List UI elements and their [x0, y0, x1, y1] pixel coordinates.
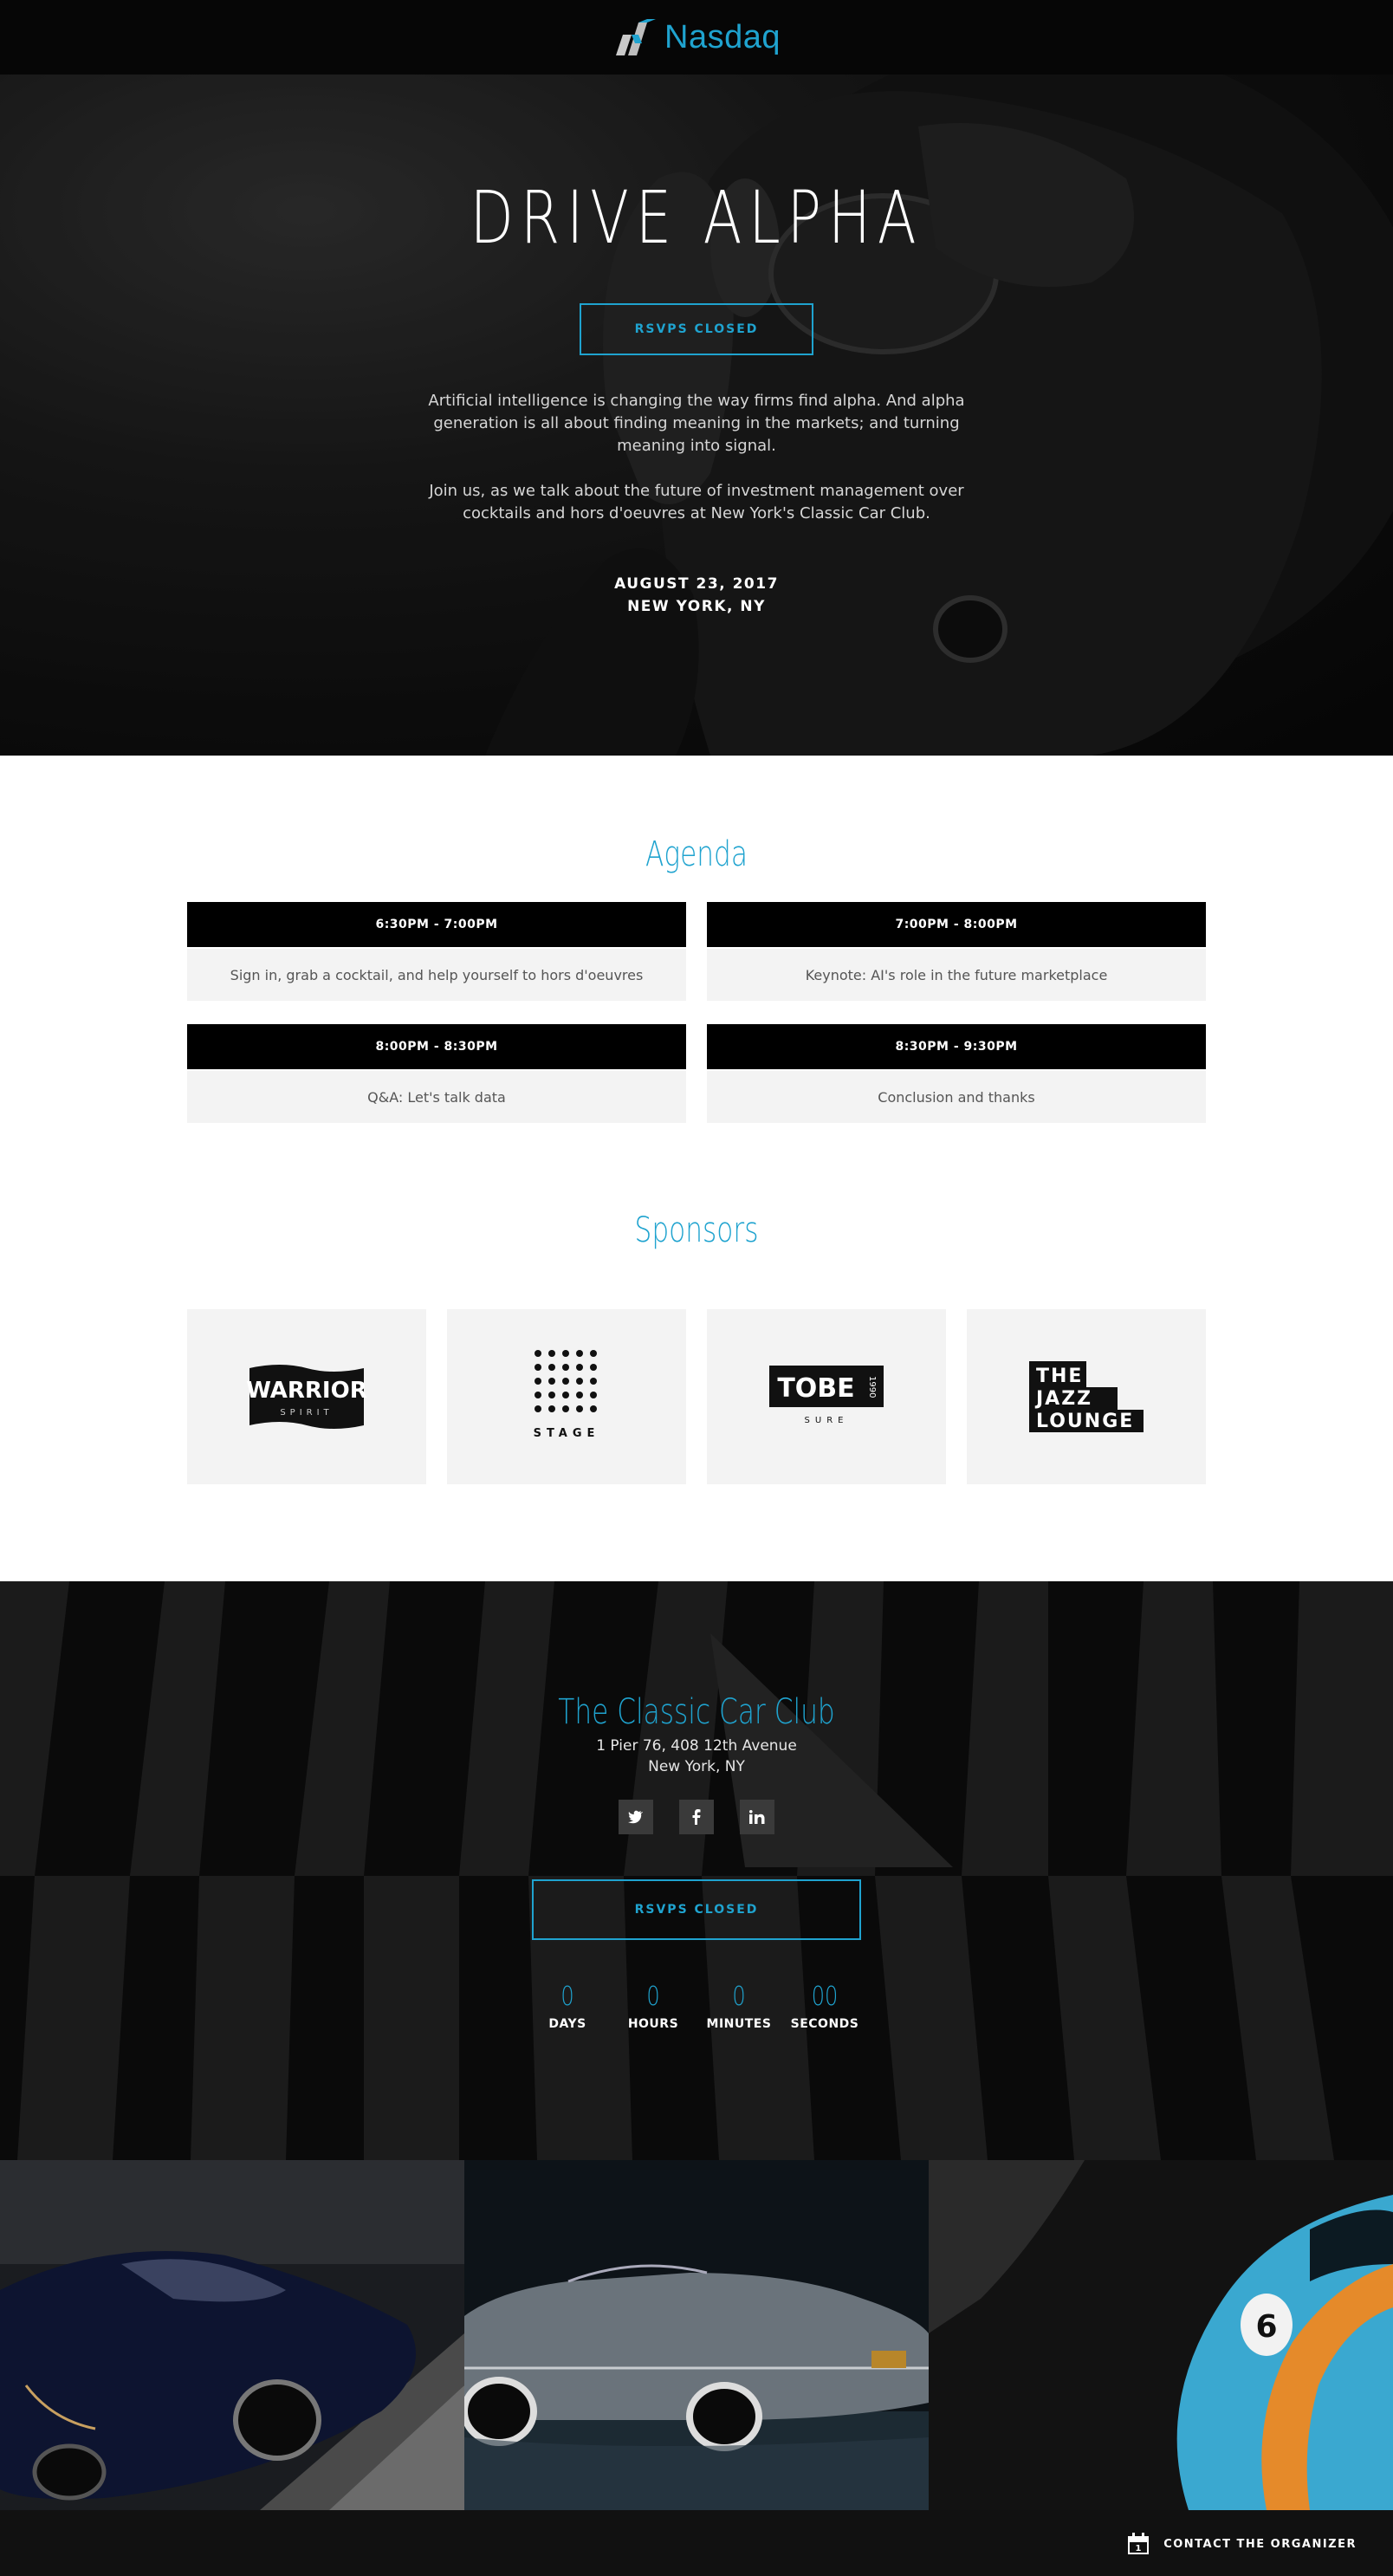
countdown-label: HOURS [627, 2017, 679, 2031]
rsvps-closed-button[interactable]: RSVPS CLOSED [580, 303, 813, 355]
agenda-time: 7:00PM - 8:00PM [707, 902, 1206, 947]
venue-name: The Classic Car Club [558, 1692, 835, 1732]
event-date: AUGUST 23, 2017 [614, 575, 779, 593]
agenda-item: 7:00PM - 8:00PM Keynote: AI's role in th… [707, 902, 1206, 1001]
agenda-time: 8:00PM - 8:30PM [187, 1024, 686, 1069]
agenda-time: 6:30PM - 7:00PM [187, 902, 686, 947]
footer: 1 CONTACT THE ORGANIZER [0, 2510, 1393, 2576]
jazz-lounge-logo: THE JAZZ LOUNGE [1029, 1361, 1144, 1432]
contact-organizer-label: CONTACT THE ORGANIZER [1163, 2537, 1357, 2551]
sponsor-year: 1990 [867, 1376, 877, 1398]
sponsor-line: LOUNGE [1036, 1411, 1134, 1432]
sponsor-jazz-lounge[interactable]: THE JAZZ LOUNGE [967, 1309, 1206, 1484]
sponsors-title: Sponsors [634, 1210, 759, 1250]
sponsor-name: STAGE [534, 1427, 600, 1440]
tobe-logo: TOBE 1990 SURE [769, 1366, 884, 1425]
event-location: NEW YORK, NY [627, 598, 766, 615]
stage-logo: STAGE [534, 1350, 600, 1440]
sponsor-line: THE [1036, 1366, 1083, 1387]
countdown-value: 00 [811, 1982, 839, 2012]
agenda-description: Keynote: AI's role in the future marketp… [707, 949, 1206, 1001]
sponsor-name: TOBE [777, 1373, 854, 1404]
logo-text: Nasdaq [664, 18, 781, 55]
countdown-label: SECONDS [790, 2017, 859, 2031]
sponsor-subtitle: SURE [805, 1416, 849, 1425]
countdown-hours: 0 HOURS [614, 1982, 692, 2031]
hero-invite-text: Join us, as we talk about the future of … [429, 482, 964, 522]
countdown-days: 0 DAYS [528, 1982, 606, 2031]
countdown-label: MINUTES [706, 2017, 772, 2031]
agenda-title: Agenda [645, 834, 748, 874]
sponsor-warrior-spirit[interactable]: WARRIOR SPIRIT [187, 1309, 426, 1484]
countdown-label: DAYS [548, 2017, 586, 2031]
linkedin-icon[interactable] [740, 1800, 774, 1834]
svg-text:6: 6 [1255, 2309, 1277, 2345]
venue-checkered-background [0, 1581, 1393, 2160]
countdown-value: 0 [560, 1982, 574, 2012]
agenda-item: 8:00PM - 8:30PM Q&A: Let's talk data [187, 1024, 686, 1123]
hero-section: DRIVE ALPHA RSVPS CLOSED Artificial inte… [0, 75, 1393, 756]
top-bar: Nasdaq [0, 0, 1393, 75]
hero-title: DRIVE ALPHA [470, 175, 923, 260]
calendar-day: 1 [1136, 2544, 1142, 2553]
agenda-description: Sign in, grab a cocktail, and help yours… [187, 949, 686, 1001]
sponsor-name: WARRIOR [246, 1378, 366, 1404]
venue-address-line1: 1 Pier 76, 408 12th Avenue [596, 1737, 797, 1755]
warrior-spirit-logo: WARRIOR SPIRIT [246, 1365, 367, 1429]
sponsor-stage[interactable]: STAGE [447, 1309, 686, 1484]
dark-convertible-photo [0, 2160, 464, 2510]
agenda-description: Conclusion and thanks [707, 1071, 1206, 1123]
twitter-icon[interactable] [619, 1800, 653, 1834]
agenda-description: Q&A: Let's talk data [187, 1071, 686, 1123]
agenda-time: 8:30PM - 9:30PM [707, 1024, 1206, 1069]
nasdaq-logo[interactable]: Nasdaq [612, 17, 781, 57]
sponsor-line: JAZZ [1034, 1388, 1092, 1410]
venue-address-line2: New York, NY [648, 1758, 745, 1775]
countdown-value: 0 [732, 1982, 746, 2012]
sponsor-tobe[interactable]: TOBE 1990 SURE [707, 1309, 946, 1484]
hero-intro-text: Artificial intelligence is changing the … [428, 392, 965, 455]
agenda-item: 6:30PM - 7:00PM Sign in, grab a cocktail… [187, 902, 686, 1001]
sponsor-subtitle: SPIRIT [280, 1408, 333, 1418]
countdown-minutes: 0 MINUTES [700, 1982, 778, 2031]
contact-organizer-link[interactable]: 1 CONTACT THE ORGANIZER [1127, 2533, 1357, 2555]
agenda-item: 8:30PM - 9:30PM Conclusion and thanks [707, 1024, 1206, 1123]
nasdaq-logo-icon [616, 19, 656, 55]
calendar-icon: 1 [1128, 2533, 1150, 2554]
countdown-value: 0 [646, 1982, 660, 2012]
silver-convertible-photo [464, 2160, 929, 2510]
venue-section: The Classic Car Club 1 Pier 76, 408 12th… [0, 1581, 1393, 2160]
venue-rsvps-closed-button[interactable]: RSVPS CLOSED [532, 1879, 861, 1940]
countdown-seconds: 00 SECONDS [786, 1982, 864, 2031]
facebook-icon[interactable] [679, 1800, 714, 1834]
blue-race-car-photo: 6 [929, 2160, 1393, 2510]
